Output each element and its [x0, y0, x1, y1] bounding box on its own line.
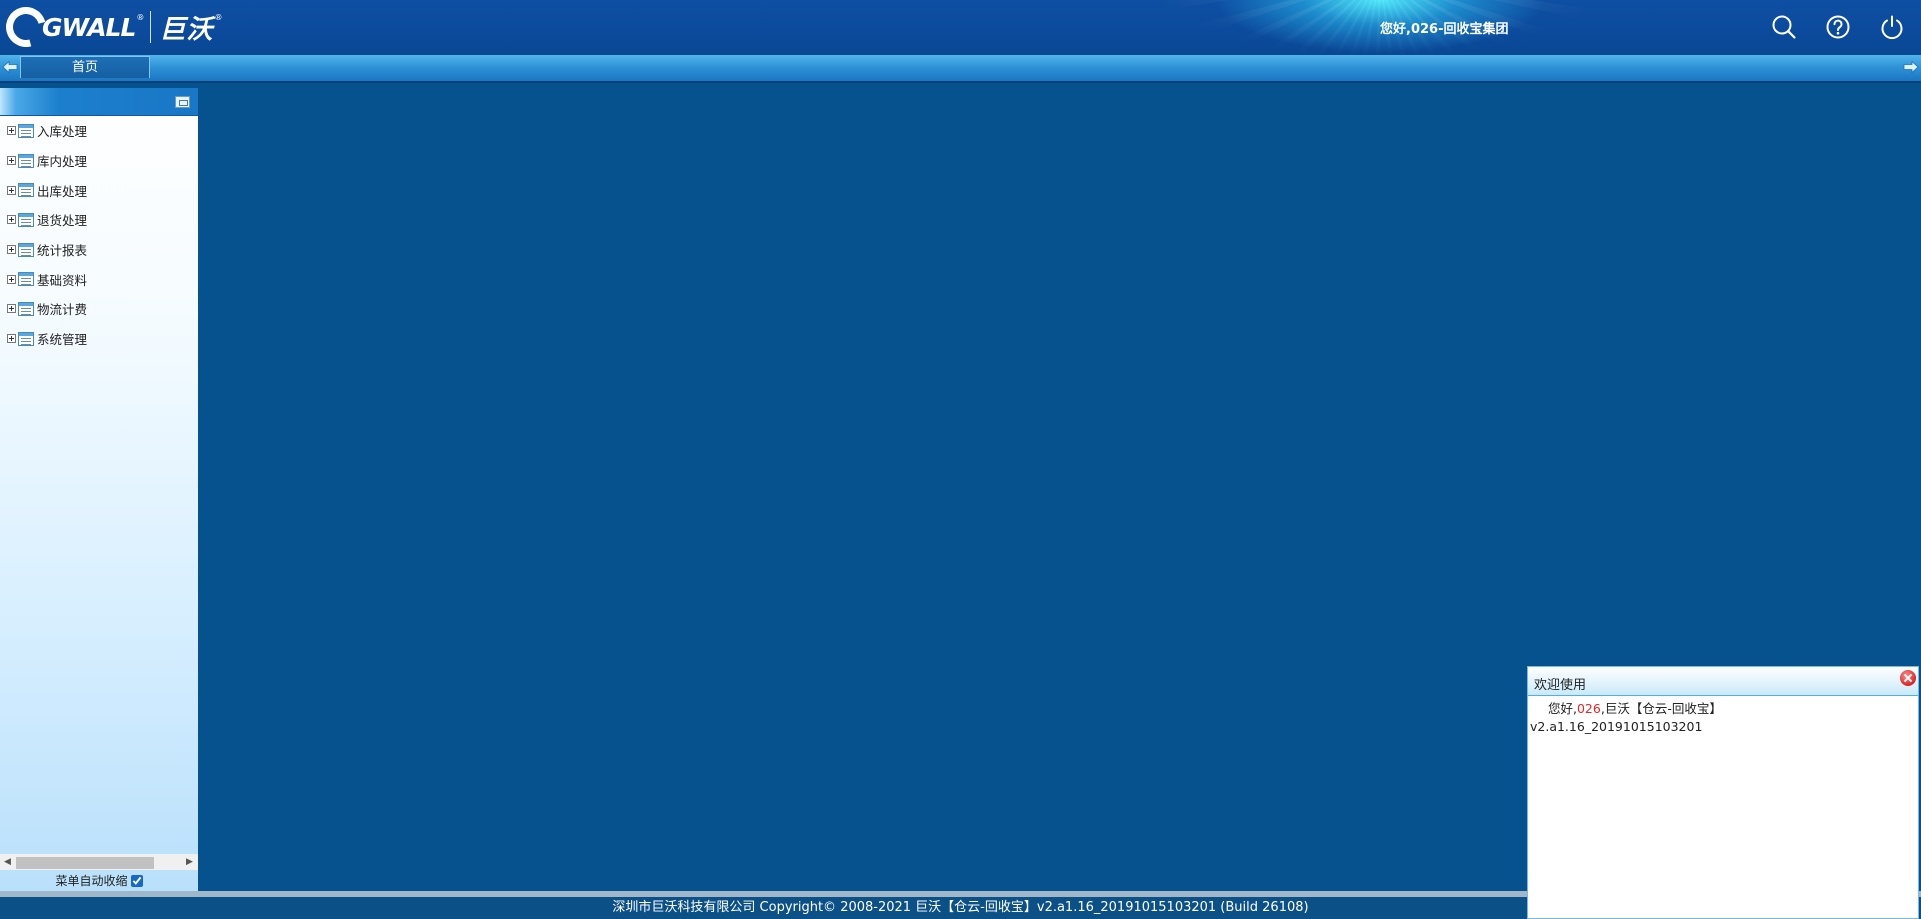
user-greeting: 您好,026-回收宝集团: [1380, 22, 1509, 37]
sidebar-item-returns[interactable]: 退货处理: [0, 205, 87, 235]
expand-plus-icon[interactable]: [7, 334, 16, 344]
sidebar-item-master-data[interactable]: 基础资料: [0, 264, 87, 294]
sidebar-item-outbound[interactable]: 出库处理: [0, 175, 87, 205]
help-icon[interactable]: [1825, 14, 1851, 40]
horizontal-scrollbar[interactable]: ◀ ▶: [0, 854, 198, 870]
sidebar-item-label: 入库处理: [37, 124, 88, 140]
sidebar-item-in-warehouse[interactable]: 库内处理: [0, 146, 87, 176]
expand-plus-icon[interactable]: [7, 215, 16, 225]
registered-mark: ®: [214, 13, 223, 22]
welcome-popup: 欢迎使用 您好,026,巨沃【仓云-回收宝】 v2.a1.16_20191015…: [1527, 666, 1919, 919]
sidebar-item-label: 物流计费: [37, 302, 88, 318]
table-icon: [18, 301, 34, 316]
table-icon: [18, 212, 34, 227]
auto-collapse-checkbox[interactable]: [130, 875, 143, 887]
sidebar-item-reports[interactable]: 统计报表: [0, 235, 87, 265]
table-icon: [18, 183, 34, 198]
scrollbar-thumb[interactable]: [16, 857, 154, 869]
expand-plus-icon[interactable]: [7, 185, 16, 195]
sidebar-item-label: 退货处理: [37, 213, 88, 229]
sidebar-item-label: 基础资料: [37, 272, 88, 288]
sidebar-item-system-admin[interactable]: 系统管理: [0, 324, 87, 354]
search-icon[interactable]: [1771, 14, 1797, 40]
sidebar-item-label: 出库处理: [37, 183, 88, 199]
welcome-message: 您好,026,巨沃【仓云-回收宝】: [1530, 700, 1918, 718]
sidebar-menu: 入库处理 库内处理 出库处理 退货处理 统计报表 基础资料 物流计费 系统管理 …: [0, 88, 198, 891]
scroll-right-arrow-icon[interactable]: ▶: [186, 858, 193, 867]
top-header: GWALL ® 巨沃 ® 您好,026-回收宝集团: [0, 0, 1921, 55]
expand-plus-icon[interactable]: [7, 156, 16, 166]
version-text: v2.a1.16_20191015103201: [1530, 719, 1703, 734]
table-icon: [18, 331, 34, 346]
sidebar-item-label: 统计报表: [37, 243, 88, 259]
auto-collapse-row: 菜单自动收缩: [0, 872, 198, 889]
greeting-suffix: ,巨沃【仓云-回收宝】: [1600, 701, 1722, 716]
expand-plus-icon[interactable]: [7, 274, 16, 284]
user-code: 026: [1576, 701, 1601, 716]
expand-plus-icon[interactable]: [7, 126, 16, 136]
expand-plus-icon[interactable]: [7, 245, 16, 255]
sidebar-item-label: 系统管理: [37, 332, 88, 348]
table-icon: [18, 272, 34, 287]
close-icon[interactable]: [1900, 670, 1916, 686]
popup-header: 欢迎使用: [1528, 667, 1918, 696]
sidebar-item-inbound[interactable]: 入库处理: [0, 116, 87, 146]
expand-plus-icon[interactable]: [7, 304, 16, 314]
popup-title: 欢迎使用: [1534, 678, 1587, 693]
logo-divider: [150, 11, 152, 43]
logo-mark: [0, 0, 54, 55]
power-icon[interactable]: [1879, 14, 1905, 40]
registered-mark: ®: [136, 13, 145, 22]
sidebar-item-label: 库内处理: [37, 154, 88, 170]
table-icon: [18, 153, 34, 168]
tab-home[interactable]: 首页: [20, 56, 150, 78]
greeting-prefix: 您好,: [1548, 701, 1577, 716]
table-icon: [18, 242, 34, 257]
popup-body: 您好,026,巨沃【仓云-回收宝】 v2.a1.16_2019101510320…: [1528, 696, 1918, 736]
logo-cn-text: 巨沃: [159, 14, 214, 45]
tab-scroll-right-icon[interactable]: [1903, 60, 1919, 74]
tab-scroll-left-icon[interactable]: [2, 60, 18, 74]
brand-logo: GWALL ® 巨沃 ®: [0, 0, 223, 55]
table-icon: [18, 123, 34, 138]
logo-text: GWALL: [42, 12, 136, 42]
menu-header: [0, 88, 198, 116]
menu-list: 入库处理 库内处理 出库处理 退货处理 统计报表 基础资料 物流计费 系统管理: [0, 116, 87, 354]
scroll-left-arrow-icon[interactable]: ◀: [4, 858, 11, 867]
collapse-icon[interactable]: [175, 96, 190, 108]
sidebar-item-logistics-billing[interactable]: 物流计费: [0, 294, 87, 324]
tab-bar: 首页: [0, 55, 1921, 83]
auto-collapse-label: 菜单自动收缩: [55, 874, 128, 888]
